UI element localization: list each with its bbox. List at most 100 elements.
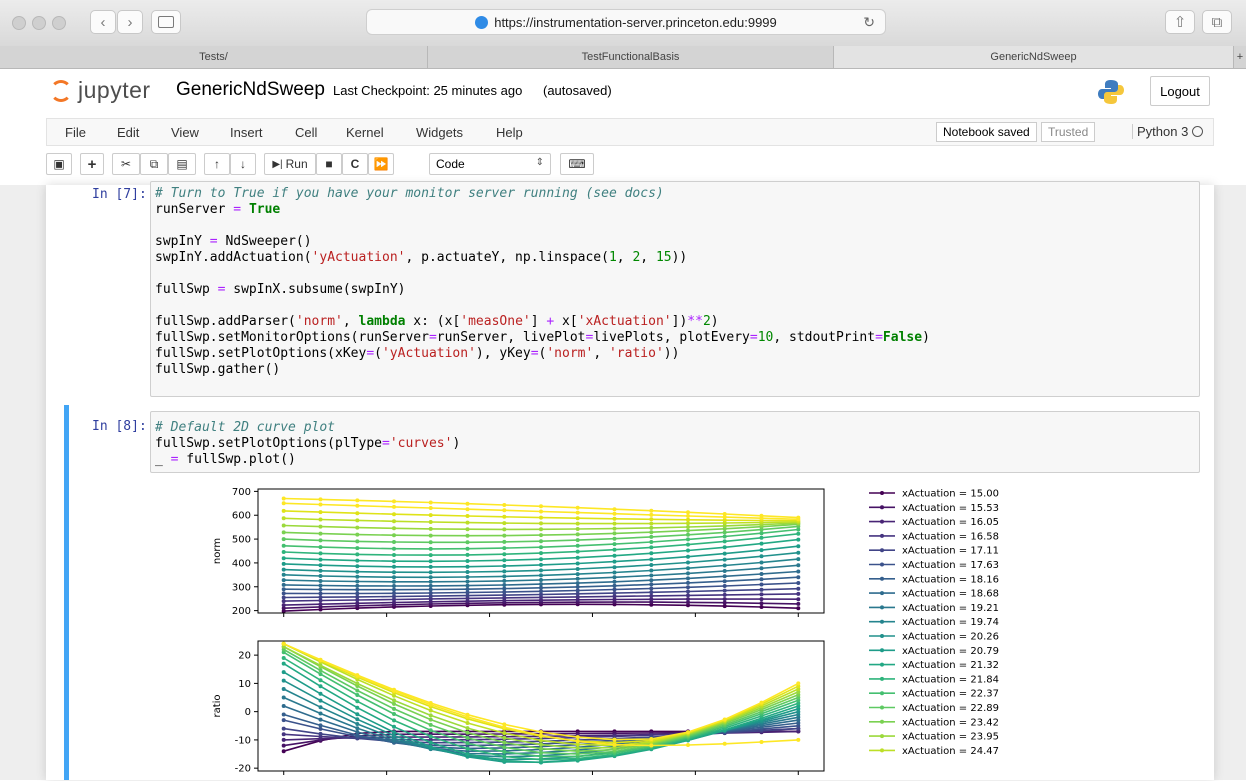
code-editor[interactable]: # Turn to True if you have your monitor …: [155, 186, 930, 378]
command-palette-button[interactable]: ⌨: [560, 153, 594, 175]
code-cell-input[interactable]: # Turn to True if you have your monitor …: [150, 181, 1200, 397]
legend-marker: [880, 505, 884, 510]
menu-help[interactable]: Help: [496, 125, 523, 140]
autosave-status: (autosaved): [543, 83, 612, 98]
close-window-button[interactable]: [12, 16, 26, 30]
data-point: [612, 507, 617, 512]
tab-tests[interactable]: Tests/: [0, 46, 428, 68]
data-point: [502, 521, 507, 526]
insert-cell-button[interactable]: +: [80, 153, 104, 175]
notebook-name[interactable]: GenericNdSweep: [176, 79, 325, 101]
data-point: [392, 553, 396, 557]
data-point: [612, 570, 617, 575]
address-bar[interactable]: https://instrumentation-server.princeton…: [366, 9, 886, 35]
data-point: [759, 597, 764, 602]
copy-button[interactable]: ⧉: [140, 153, 168, 175]
legend-marker: [880, 491, 884, 495]
data-point: [281, 591, 286, 596]
menu-insert[interactable]: Insert: [230, 125, 263, 140]
data-point: [759, 740, 764, 744]
data-point: [649, 551, 654, 556]
data-point: [649, 557, 654, 562]
paste-button[interactable]: ▤: [168, 153, 196, 175]
kernel-idle-icon: [1192, 126, 1203, 137]
data-point: [539, 562, 543, 567]
back-button[interactable]: ‹: [90, 10, 116, 34]
tab-testfunctionalbasis[interactable]: TestFunctionalBasis: [428, 46, 834, 68]
trusted-indicator[interactable]: Trusted: [1041, 122, 1096, 142]
data-point: [539, 539, 543, 544]
data-point: [759, 566, 764, 571]
data-point: [281, 516, 286, 521]
data-point: [502, 546, 507, 551]
logout-button[interactable]: Logout: [1150, 76, 1210, 106]
save-button[interactable]: ▣: [46, 153, 72, 175]
data-point: [281, 718, 286, 723]
data-point: [318, 723, 323, 728]
data-point: [355, 539, 360, 544]
data-point: [281, 508, 286, 513]
data-point: [502, 558, 507, 563]
data-point: [392, 730, 396, 735]
legend-marker: [880, 548, 884, 553]
menu-cell[interactable]: Cell: [295, 125, 317, 140]
data-point: [318, 497, 323, 502]
code-editor[interactable]: # Default 2D curve plot fullSwp.setPlotOp…: [155, 420, 460, 468]
data-point: [575, 735, 580, 740]
data-point: [355, 569, 360, 574]
data-point: [759, 535, 764, 540]
jupyter-logo[interactable]: jupyter: [50, 77, 151, 104]
data-point: [539, 545, 543, 550]
tabs-overview-button[interactable]: ⧉: [1202, 10, 1232, 34]
data-point: [281, 687, 286, 691]
new-tab-button[interactable]: +: [1234, 46, 1246, 68]
cell-type-select[interactable]: Code ⇕: [429, 153, 551, 175]
menu-edit[interactable]: Edit: [117, 125, 139, 140]
tab-genericndsweep[interactable]: GenericNdSweep: [834, 46, 1234, 68]
minimize-window-button[interactable]: [32, 16, 46, 30]
data-point: [686, 730, 690, 735]
data-point: [355, 525, 360, 530]
data-point: [465, 559, 470, 563]
norm-axes: 200 300 400 500 600 700 norm: [212, 487, 825, 617]
interrupt-button[interactable]: ■: [316, 153, 342, 175]
share-button[interactable]: ⇧: [1165, 10, 1195, 34]
menu-view[interactable]: View: [171, 125, 199, 140]
data-point: [281, 704, 286, 708]
zoom-window-button[interactable]: [52, 16, 66, 30]
data-point: [428, 583, 433, 588]
reload-icon[interactable]: ↻: [863, 14, 875, 31]
data-point: [355, 699, 360, 704]
menu-kernel[interactable]: Kernel: [346, 125, 384, 140]
data-point: [796, 601, 801, 606]
data-point: [318, 583, 323, 588]
run-all-button[interactable]: ⏩: [368, 153, 394, 175]
data-point: [428, 526, 433, 531]
data-point: [649, 521, 654, 526]
restart-button[interactable]: C: [342, 153, 368, 175]
code-cell-input[interactable]: # Default 2D curve plot fullSwp.setPlotOp…: [150, 411, 1200, 473]
copy-icon: ⧉: [149, 156, 159, 171]
sidebar-toggle-button[interactable]: [151, 10, 181, 34]
data-point: [686, 589, 690, 594]
cut-button[interactable]: ✂: [112, 153, 140, 175]
menu-file[interactable]: File: [65, 125, 86, 140]
menu-widgets[interactable]: Widgets: [416, 125, 463, 140]
legend-marker: [880, 705, 884, 710]
data-point: [539, 533, 543, 538]
data-point: [428, 702, 433, 707]
data-point: [649, 568, 654, 573]
arrow-down-icon: ↓: [240, 157, 246, 171]
forward-button[interactable]: ›: [117, 10, 143, 34]
data-point: [539, 582, 543, 587]
legend-marker: [880, 634, 884, 638]
data-point: [796, 537, 801, 542]
run-button[interactable]: ▶| Run: [264, 153, 316, 175]
data-point: [722, 530, 727, 535]
move-up-button[interactable]: ↑: [204, 153, 230, 175]
legend-label: xActuation = 19.21: [902, 603, 999, 614]
data-point: [318, 691, 323, 696]
data-point: [281, 678, 286, 683]
data-point: [281, 603, 286, 608]
move-down-button[interactable]: ↓: [230, 153, 256, 175]
